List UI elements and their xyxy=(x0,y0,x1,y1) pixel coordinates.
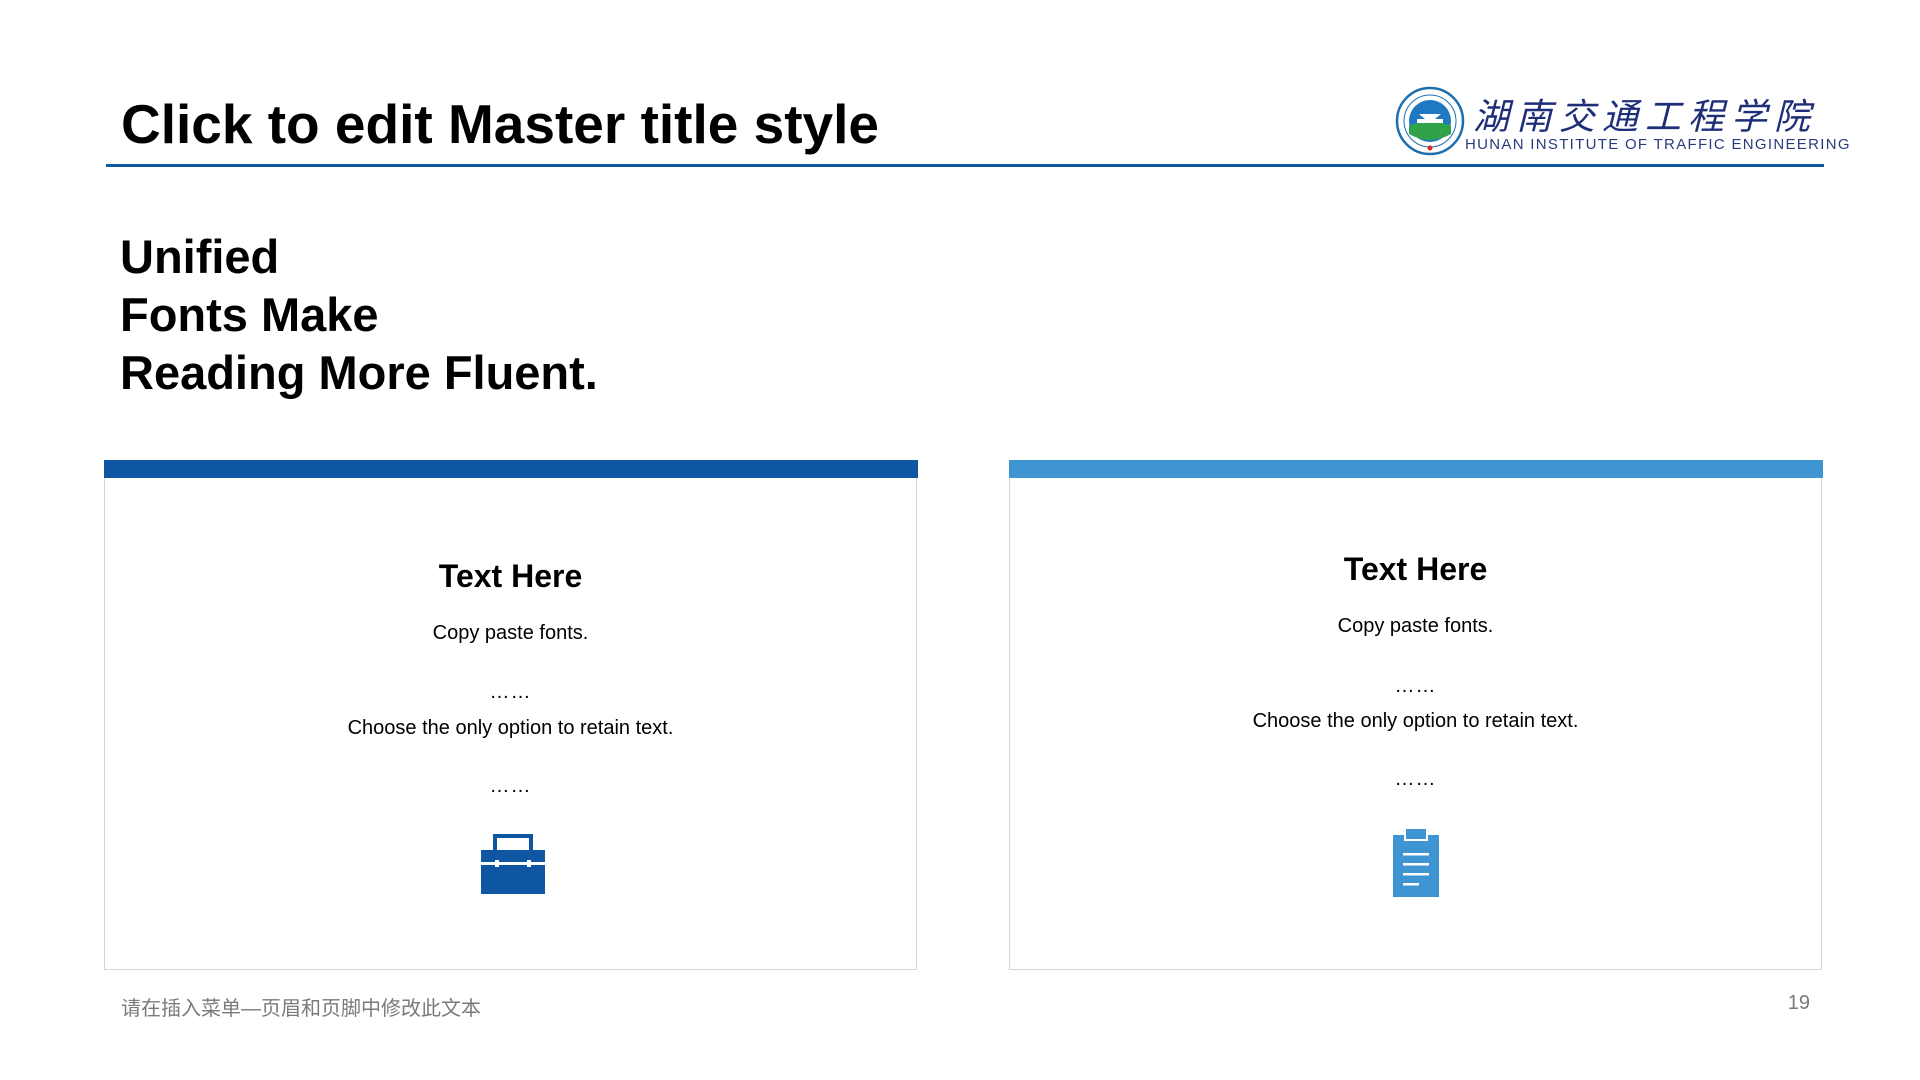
heading-line-2: Fonts Make xyxy=(120,288,379,341)
content-card-right[interactable]: Text Here Copy paste fonts. …… Choose th… xyxy=(1008,459,1823,970)
page-number: 19 xyxy=(1787,992,1810,1014)
card-text-line-2: Choose the only option to retain text. xyxy=(347,717,674,739)
heading-line-3: Reading More Fluent. xyxy=(120,346,598,399)
card-text-line-1: Copy paste fonts. xyxy=(1337,615,1494,637)
card-accent-bar xyxy=(1008,459,1823,478)
card-title: Text Here xyxy=(438,558,583,594)
institute-logo: 湖南交通工程学院 HUNAN INSTITUTE OF TRAFFIC ENGI… xyxy=(1395,86,1850,158)
heading-line-1: Unified xyxy=(120,230,280,283)
card-dots-1: …… xyxy=(1394,675,1437,697)
card-accent-bar xyxy=(103,459,918,478)
clipboard-icon xyxy=(1393,827,1439,897)
title-underline xyxy=(106,164,1824,167)
card-title: Text Here xyxy=(1343,551,1488,587)
card-text-line-1: Copy paste fonts. xyxy=(432,622,589,644)
toolbox-icon xyxy=(481,834,545,894)
card-dots-2: …… xyxy=(1394,768,1437,790)
footer-text[interactable]: 请在插入菜单—页眉和页脚中修改此文本 xyxy=(121,992,481,1021)
slide-title[interactable]: Click to edit Master title style xyxy=(121,92,879,156)
card-dots-2: …… xyxy=(489,775,532,797)
content-card-left[interactable]: Text Here Copy paste fonts. …… Choose th… xyxy=(103,459,918,970)
institute-emblem-icon xyxy=(1395,86,1465,156)
institute-name-chinese: 湖南交通工程学院 xyxy=(1473,97,1818,138)
card-text-line-2: Choose the only option to retain text. xyxy=(1252,710,1579,732)
card-dots-1: …… xyxy=(489,681,532,703)
slide-heading[interactable]: Unified Fonts Make Reading More Fluent. xyxy=(120,228,598,402)
institute-name-english: HUNAN INSTITUTE OF TRAFFIC ENGINEERING xyxy=(1465,136,1851,153)
